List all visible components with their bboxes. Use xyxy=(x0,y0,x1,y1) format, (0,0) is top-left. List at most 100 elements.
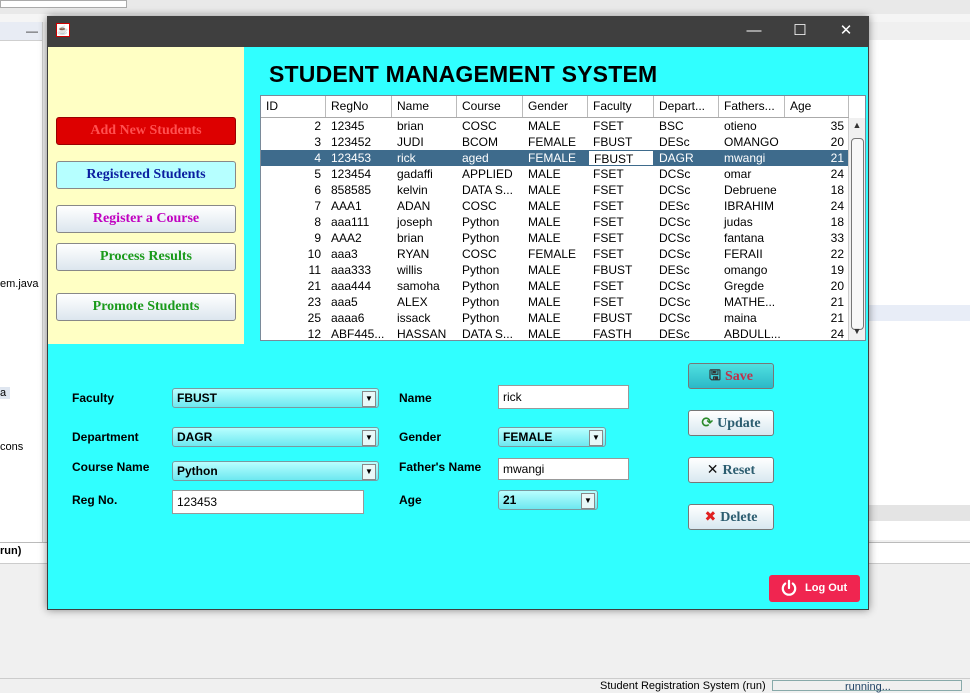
table-cell[interactable]: FSET xyxy=(588,182,654,198)
table-cell[interactable]: FBUST xyxy=(588,310,654,326)
table-cell[interactable]: 123452 xyxy=(326,134,392,150)
table-cell[interactable]: DATA S... xyxy=(457,182,523,198)
students-table[interactable]: ID RegNo Name Course Gender Faculty Depart... F… xyxy=(260,95,866,341)
table-cell[interactable]: 123453 xyxy=(326,150,392,166)
table-cell[interactable]: COSC xyxy=(457,246,523,262)
table-cell[interactable]: aaa444 xyxy=(326,278,392,294)
table-cell[interactable]: Python xyxy=(457,278,523,294)
table-cell[interactable]: 123454 xyxy=(326,166,392,182)
table-cell[interactable]: AAA1 xyxy=(326,198,392,214)
table-cell[interactable]: Python xyxy=(457,214,523,230)
table-row[interactable]: 6 858585 kelvin DATA S... MALE FSET DCSc Debrue… xyxy=(261,182,849,198)
column-header[interactable]: Fathers... xyxy=(719,96,785,117)
table-cell[interactable]: 9 xyxy=(261,230,326,246)
table-row[interactable]: 10 aaa3 RYAN COSC FEMALE FSET DCSc FERAII 22 xyxy=(261,246,849,262)
faculty-select[interactable]: FBUST ▼ xyxy=(172,388,379,408)
table-cell[interactable]: DCSc xyxy=(654,278,719,294)
chevron-down-icon[interactable]: ▼ xyxy=(589,430,603,446)
table-row[interactable]: 2 12345 brian COSC MALE FSET BSC otieno 35 xyxy=(261,118,849,134)
table-cell[interactable]: FBUST xyxy=(588,262,654,278)
table-cell[interactable]: issack xyxy=(392,310,457,326)
age-select[interactable]: 21 ▼ xyxy=(498,490,598,510)
minimize-icon[interactable]: — xyxy=(26,24,38,38)
chevron-down-icon[interactable]: ▼ xyxy=(362,430,376,446)
table-cell[interactable]: DAGR xyxy=(654,150,719,166)
table-cell[interactable]: joseph xyxy=(392,214,457,230)
table-cell[interactable]: DCSc xyxy=(654,230,719,246)
table-cell[interactable]: aged xyxy=(457,150,523,166)
save-button[interactable]: 🖫 Save xyxy=(688,363,774,389)
table-cell[interactable]: willis xyxy=(392,262,457,278)
column-header[interactable]: Gender xyxy=(523,96,588,117)
reg-no-field[interactable]: 123453 xyxy=(172,490,364,514)
table-cell[interactable]: Python xyxy=(457,294,523,310)
table-cell[interactable]: aaa333 xyxy=(326,262,392,278)
table-cell[interactable]: aaaa6 xyxy=(326,310,392,326)
table-row[interactable]: 5 123454 gadaffi APPLIED MALE FSET DCSc omar 24 xyxy=(261,166,849,182)
table-cell[interactable]: MALE xyxy=(523,182,588,198)
column-header[interactable]: Name xyxy=(392,96,457,117)
table-cell[interactable]: 19 xyxy=(785,262,849,278)
table-cell[interactable]: omar xyxy=(719,166,785,182)
close-window-button[interactable]: ✕ xyxy=(823,16,869,47)
table-cell[interactable]: brian xyxy=(392,230,457,246)
table-cell[interactable]: ABDULL... xyxy=(719,326,785,340)
table-cell[interactable]: FSET xyxy=(588,198,654,214)
table-cell[interactable]: samoha xyxy=(392,278,457,294)
table-cell[interactable]: MALE xyxy=(523,262,588,278)
fathers-name-field[interactable]: mwangi xyxy=(498,458,629,480)
table-cell[interactable]: 21 xyxy=(785,294,849,310)
table-row[interactable]: 12 ABF445... HASSAN DATA S... MALE FASTH DESc A… xyxy=(261,326,849,340)
table-cell[interactable]: OMANGO xyxy=(719,134,785,150)
table-cell[interactable]: MALE xyxy=(523,118,588,134)
window-titlebar[interactable]: ☕ — ☐ ✕ xyxy=(47,16,869,47)
table-cell[interactable]: BSC xyxy=(654,118,719,134)
table-cell[interactable]: judas xyxy=(719,214,785,230)
table-cell[interactable]: DESc xyxy=(654,262,719,278)
table-cell[interactable]: MALE xyxy=(523,214,588,230)
chevron-down-icon[interactable]: ▼ xyxy=(581,493,595,509)
ide-run-tab-label[interactable]: run) xyxy=(0,545,21,557)
name-field[interactable]: rick xyxy=(498,385,629,409)
table-cell[interactable]: 4 xyxy=(261,150,326,166)
table-cell[interactable]: DCSc xyxy=(654,182,719,198)
table-cell[interactable]: 25 xyxy=(261,310,326,326)
table-cell[interactable]: brian xyxy=(392,118,457,134)
table-cell[interactable]: omango xyxy=(719,262,785,278)
table-cell[interactable]: 24 xyxy=(785,326,849,340)
table-cell[interactable]: 2 xyxy=(261,118,326,134)
table-cell[interactable]: MALE xyxy=(523,310,588,326)
table-cell[interactable]: 8 xyxy=(261,214,326,230)
scroll-thumb[interactable] xyxy=(851,138,864,330)
table-cell[interactable]: otieno xyxy=(719,118,785,134)
table-cell[interactable]: Debruene xyxy=(719,182,785,198)
table-cell[interactable]: DCSc xyxy=(654,246,719,262)
table-cell[interactable]: DCSc xyxy=(654,214,719,230)
table-cell[interactable]: 3 xyxy=(261,134,326,150)
table-cell[interactable]: 20 xyxy=(785,134,849,150)
table-cell[interactable]: DESc xyxy=(654,326,719,340)
table-cell[interactable]: MALE xyxy=(523,230,588,246)
table-cell[interactable]: 10 xyxy=(261,246,326,262)
table-cell[interactable]: DCSc xyxy=(654,166,719,182)
ide-tree-item-icons[interactable]: cons xyxy=(0,441,23,453)
table-cell[interactable]: 23 xyxy=(261,294,326,310)
table-row[interactable]: 7 AAA1 ADAN COSC MALE FSET DESc IBRAHIM 24 xyxy=(261,198,849,214)
department-select[interactable]: DAGR ▼ xyxy=(172,427,379,447)
table-cell[interactable]: 21 xyxy=(261,278,326,294)
table-cell[interactable]: ABF445... xyxy=(326,326,392,340)
table-cell[interactable]: MALE xyxy=(523,326,588,340)
table-cell[interactable]: DCSc xyxy=(654,310,719,326)
column-header[interactable]: Course xyxy=(457,96,523,117)
table-cell[interactable]: FSET xyxy=(588,294,654,310)
table-cell[interactable]: 24 xyxy=(785,198,849,214)
table-cell[interactable]: kelvin xyxy=(392,182,457,198)
table-cell[interactable]: ALEX xyxy=(392,294,457,310)
table-row[interactable]: 11 aaa333 willis Python MALE FBUST DESc omango 1… xyxy=(261,262,849,278)
column-header[interactable]: Faculty xyxy=(588,96,654,117)
chevron-down-icon[interactable]: ▼ xyxy=(362,464,376,480)
table-cell[interactable]: HASSAN xyxy=(392,326,457,340)
table-cell[interactable]: MALE xyxy=(523,294,588,310)
register-course-button[interactable]: Register a Course xyxy=(56,205,236,233)
table-cell[interactable]: 24 xyxy=(785,166,849,182)
